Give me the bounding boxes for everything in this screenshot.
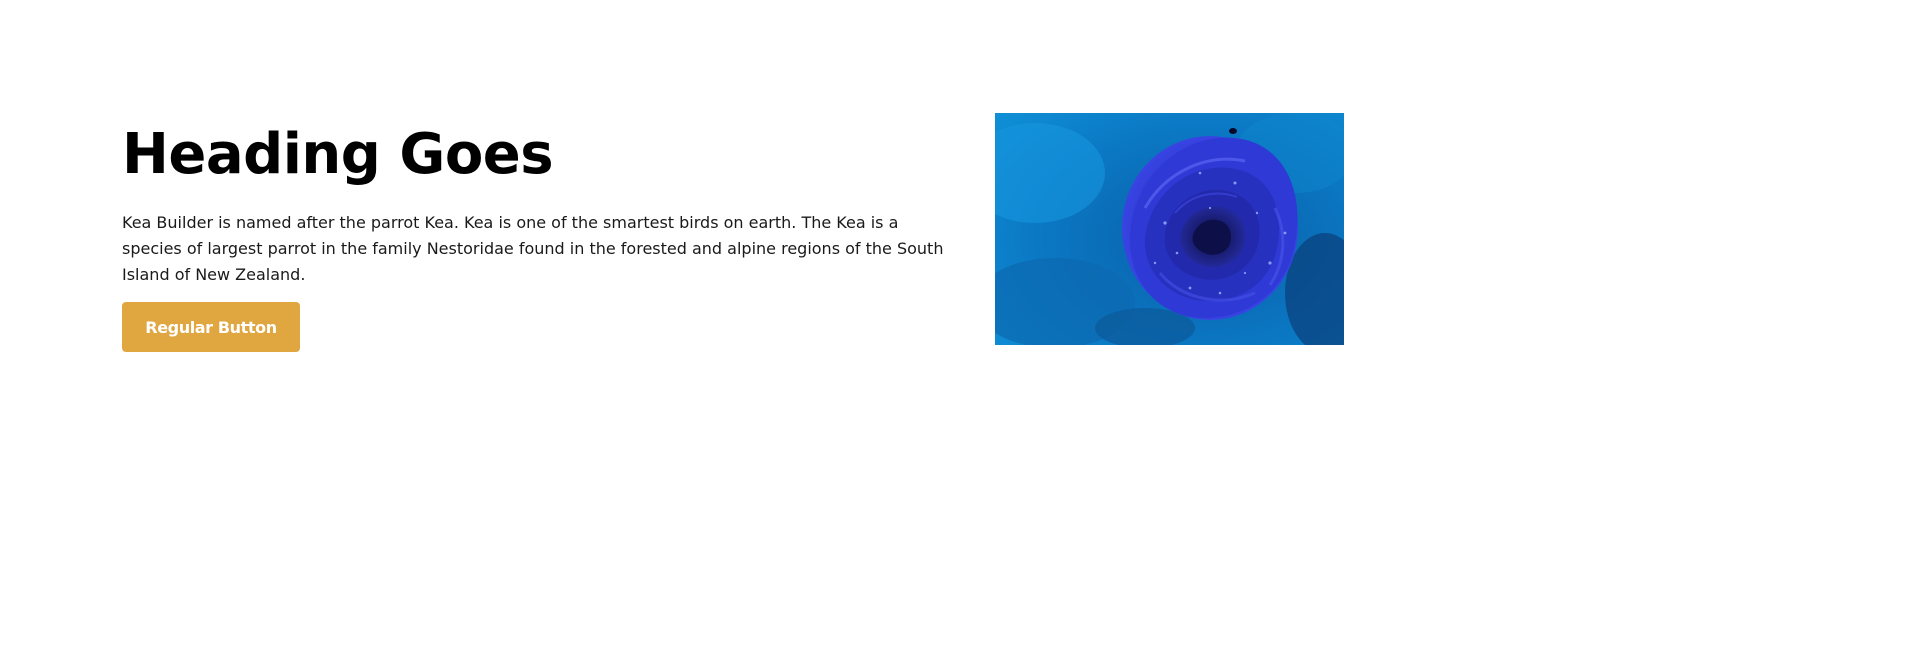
text-column: Heading Goes Kea Builder is named after … bbox=[122, 114, 954, 352]
blue-rose-image bbox=[995, 113, 1344, 345]
body-paragraph: Kea Builder is named after the parrot Ke… bbox=[122, 213, 944, 284]
content-section: Heading Goes Kea Builder is named after … bbox=[0, 0, 1920, 668]
blue-rose-illustration bbox=[995, 113, 1344, 345]
regular-button[interactable]: Regular Button bbox=[122, 302, 300, 352]
page-heading: Heading Goes bbox=[122, 122, 554, 187]
